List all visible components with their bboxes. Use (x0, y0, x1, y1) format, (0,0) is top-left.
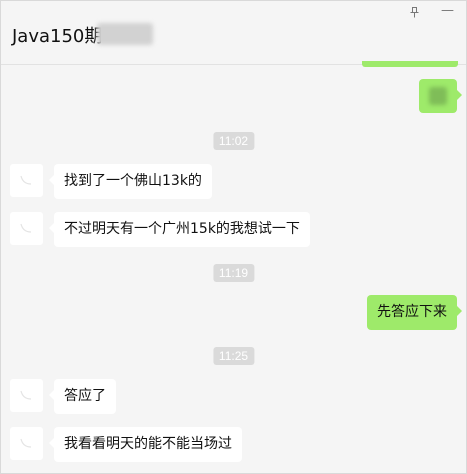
previous-outgoing-bubble (362, 61, 458, 67)
outgoing-message-redacted[interactable] (419, 79, 462, 113)
chat-window: Java150期 — 11:02 找到了一个佛山13k的 不过明天有一个广州15… (0, 0, 467, 474)
minimize-icon[interactable]: — (441, 3, 454, 18)
avatar-placeholder-icon (20, 175, 32, 185)
incoming-message[interactable]: 我看看明天的能不能当场过 (49, 427, 242, 462)
chat-title: Java150期 (12, 26, 103, 47)
incoming-message[interactable]: 找到了一个佛山13k的 (49, 164, 212, 199)
timestamp: 11:25 (212, 347, 255, 365)
timestamp: 11:19 (212, 264, 255, 282)
redacted-content (429, 87, 447, 105)
incoming-message[interactable]: 不过明天有一个广州15k的我想试一下 (49, 212, 310, 247)
chat-header: Java150期 — (1, 1, 466, 65)
avatar[interactable] (10, 427, 43, 460)
avatar-placeholder-icon (20, 438, 32, 448)
avatar-placeholder-icon (20, 223, 32, 233)
timestamp: 11:02 (212, 132, 255, 150)
outgoing-message[interactable]: 先答应下来 (367, 295, 462, 330)
avatar-placeholder-icon (20, 390, 32, 400)
avatar[interactable] (10, 164, 43, 197)
avatar[interactable] (10, 212, 43, 245)
redacted-title-part (97, 23, 153, 45)
message-list[interactable]: 11:02 找到了一个佛山13k的 不过明天有一个广州15k的我想试一下 11:… (1, 61, 466, 473)
incoming-message[interactable]: 答应了 (49, 379, 116, 414)
avatar[interactable] (10, 379, 43, 412)
pin-icon[interactable] (410, 7, 419, 21)
